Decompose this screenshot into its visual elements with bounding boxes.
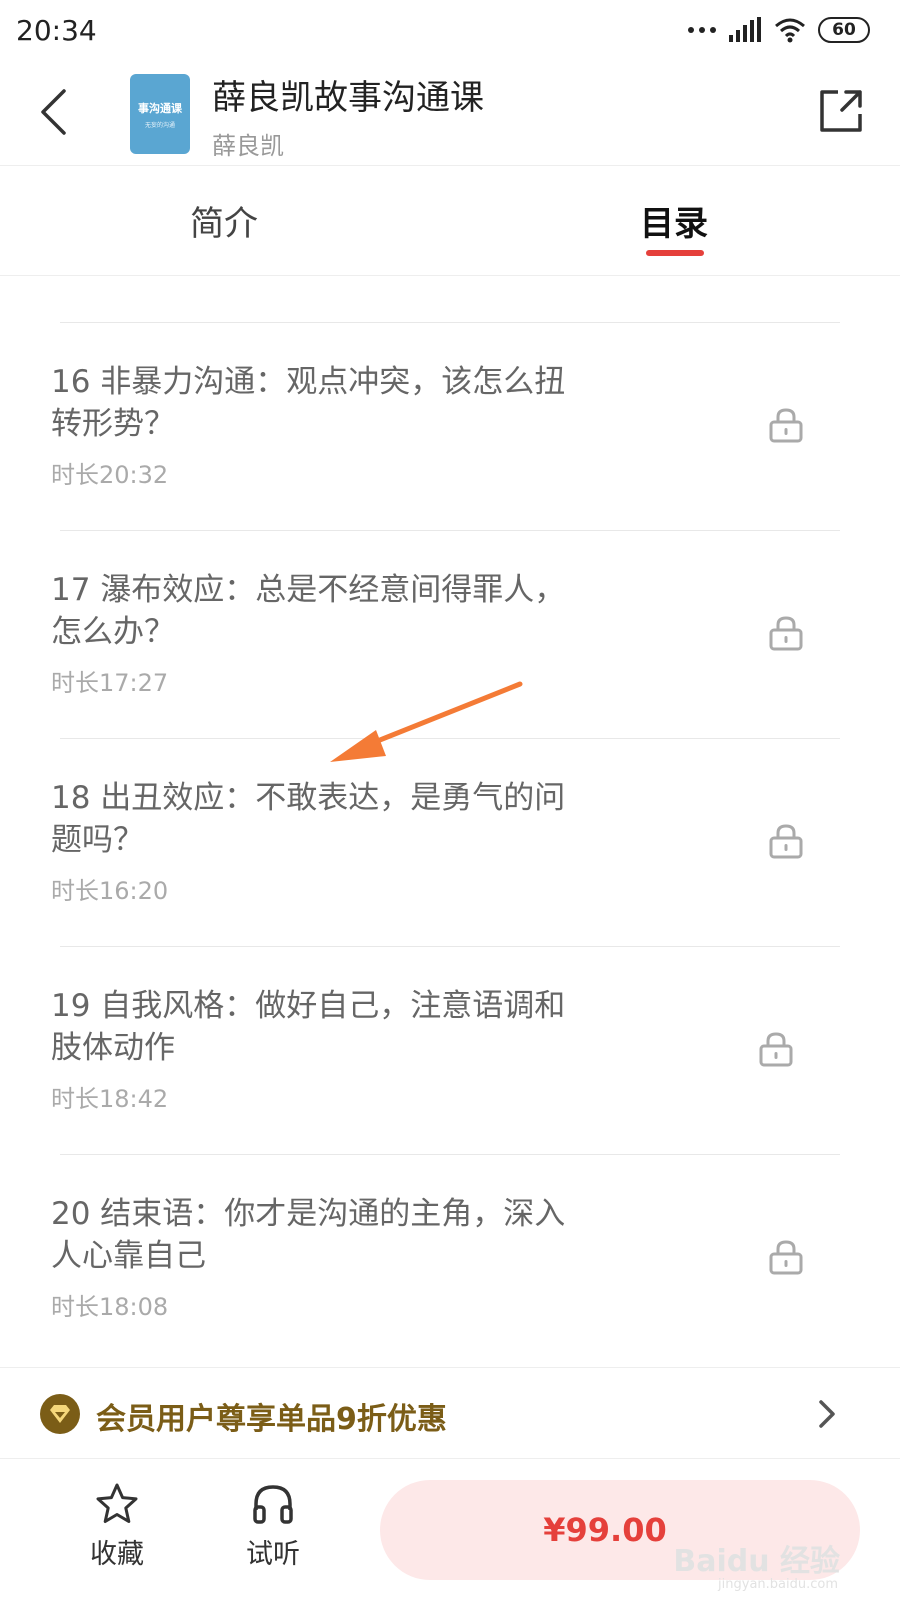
episode-duration: 时长18:42 [51, 1085, 169, 1113]
more-dots-icon [688, 27, 716, 33]
status-icons: 60 [688, 14, 870, 46]
episode-duration: 时长16:20 [51, 877, 169, 905]
episode-title: 20 结束语：你才是沟通的主角，深入人心靠自己 [51, 1196, 566, 1274]
episode-title: 16 非暴力沟通：观点冲突，该怎么扭转形势？ [51, 364, 566, 442]
list-item[interactable]: 20 结束语：你才是沟通的主角，深入人心靠自己 时长18:08 [0, 1155, 900, 1363]
list-item[interactable]: 16 非暴力沟通：观点冲突，该怎么扭转形势？ 时长20:32 [0, 323, 900, 531]
favorite-label: 收藏 [90, 1539, 144, 1570]
episode-duration: 时长17:27 [51, 669, 169, 697]
listen-label: 试听 [246, 1539, 300, 1570]
lock-icon [769, 408, 803, 443]
cover-subtext: 无妄的沟通 [144, 121, 175, 129]
price: ¥99.00 [543, 1511, 667, 1549]
status-bar: 20:34 60 [0, 0, 900, 60]
header: 事沟通课 无妄的沟通 薛良凯故事沟通课 薛良凯 [0, 60, 900, 166]
lock-icon [769, 824, 803, 859]
active-tab-indicator [646, 250, 704, 256]
lock-icon [769, 1240, 803, 1275]
watermark: Baidu 经验 [673, 1544, 840, 1579]
headphones-icon [253, 1485, 293, 1524]
list-item[interactable]: 18 出丑效应：不敢表达，是勇气的问题吗？ 时长16:20 [0, 739, 900, 947]
episode-title: 18 出丑效应：不敢表达，是勇气的问题吗？ [51, 780, 566, 858]
listen-button[interactable]: 试听 [218, 1482, 328, 1571]
battery-icon: 60 [818, 17, 870, 43]
tab-bar: 简介 目录 [0, 166, 900, 276]
tab-intro[interactable]: 简介 [190, 196, 258, 245]
episode-duration: 时长20:32 [51, 461, 169, 489]
lock-icon [759, 1032, 793, 1067]
share-button[interactable] [816, 86, 866, 136]
annotation-arrow-icon [330, 681, 523, 762]
course-cover: 事沟通课 无妄的沟通 [130, 74, 190, 154]
signal-icon [729, 17, 761, 42]
status-time: 20:34 [16, 14, 97, 47]
episode-title: 19 自我风格：做好自己，注意语调和肢体动作 [51, 988, 566, 1066]
wifi-icon [775, 18, 805, 43]
watermark-url: jingyan.baidu.com [718, 1577, 838, 1592]
favorite-button[interactable]: 收藏 [62, 1482, 172, 1571]
member-promo-text: 会员用户尊享单品9折优惠 [96, 1402, 447, 1437]
cover-text: 事沟通课 [138, 101, 182, 115]
back-chevron-icon [41, 89, 66, 135]
lock-icon [769, 616, 803, 651]
member-diamond-icon [40, 1394, 80, 1434]
tab-catalog[interactable]: 目录 [640, 196, 708, 245]
share-icon [820, 90, 862, 132]
member-promo-bar[interactable]: 会员用户尊享单品9折优惠 [0, 1367, 900, 1459]
author-name: 薛良凯 [212, 132, 284, 160]
episode-title: 17 瀑布效应：总是不经意间得罪人，怎么办？ [51, 572, 566, 650]
list-item[interactable]: 19 自我风格：做好自己，注意语调和肢体动作 时长18:42 [0, 947, 900, 1155]
page-title: 薛良凯故事沟通课 [212, 78, 484, 118]
chevron-right-icon [819, 1400, 835, 1428]
star-icon [96, 1483, 138, 1523]
episode-duration: 时长18:08 [51, 1293, 169, 1321]
back-button[interactable] [28, 82, 78, 142]
